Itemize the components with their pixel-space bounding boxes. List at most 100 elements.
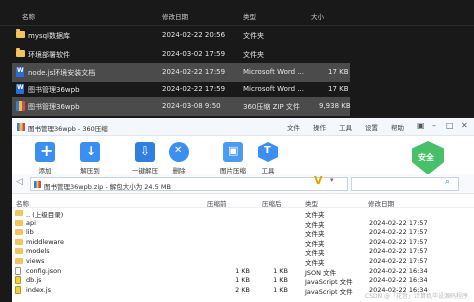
verify-v-icon[interactable]: V xyxy=(314,174,323,187)
archive-compressed: 1 KB xyxy=(235,266,250,275)
file-name: mysql数据库 xyxy=(28,32,70,40)
folder-icon xyxy=(16,29,25,38)
search-input[interactable] xyxy=(351,177,459,191)
explorer-row[interactable]: mysql数据库 2024-02-22 20:56 文件夹 xyxy=(12,26,350,45)
search-icon[interactable]: ⌕ xyxy=(445,177,450,187)
watermark: CSDN @「花音」计算机毕设源码程序 xyxy=(364,293,468,300)
file-type: 文件夹 xyxy=(243,51,264,59)
explorer-row-selected[interactable]: 图书管理36wpb 2024-03-08 9:50 360压缩 ZIP 文件 9… xyxy=(12,97,351,116)
chevron-down-icon[interactable]: ▾ xyxy=(330,176,334,184)
archive-name: middleware xyxy=(26,237,65,246)
add-button[interactable]: 添加 xyxy=(22,140,68,175)
file-name: node.js环境安装文档 xyxy=(28,69,96,77)
word-doc-icon xyxy=(16,84,24,94)
archive-type: 文件夹 xyxy=(305,249,325,258)
explorer-row[interactable]: 环境部署软件 2024-03-02 17:59 文件夹 xyxy=(12,45,350,64)
file-icon xyxy=(15,266,21,275)
archive-type: JSON 文件 xyxy=(305,268,337,277)
archive-size: 1 KB xyxy=(273,285,288,294)
file-date: 2024-02-22 17:59 xyxy=(162,68,226,76)
up-level-icon[interactable]: ◁ xyxy=(16,177,26,189)
column-name[interactable]: 名称 xyxy=(22,11,35,21)
archive-row[interactable]: middleware 文件夹 2024-02-22 17:57 xyxy=(12,237,474,248)
zip-window: 图书管理36wpb - 360压缩 文件 操作 工具 设置 帮助 ▣ – □ ✕… xyxy=(12,118,474,302)
file-name: 图书管理36wpb xyxy=(28,86,80,94)
file-name: 环境部署软件 xyxy=(28,51,70,59)
column-type[interactable]: 类型 xyxy=(243,11,256,21)
menu-settings[interactable]: 设置 xyxy=(365,122,378,132)
skin-icon[interactable]: ▣ xyxy=(417,121,425,130)
add-icon xyxy=(35,141,55,162)
archive-row[interactable]: config.json 1 KB 1 KB JSON 文件 2024-02-22 16:… xyxy=(12,266,474,277)
file-type: Microsoft Word ... xyxy=(243,85,304,93)
file-size: 9,938 KB xyxy=(319,102,351,110)
archive-size: 1 KB xyxy=(273,266,288,275)
address-bar: ◁ 图书管理36wpb.zip - 解包大小为 24.5 MB V ▾ ⌕ xyxy=(12,174,474,194)
archive-compressed: 1 KB xyxy=(235,276,250,285)
zip-icon xyxy=(16,101,25,111)
tools-button[interactable]: 工具 xyxy=(245,140,291,175)
archive-type: 文件夹 xyxy=(305,239,325,248)
file-type: 文件夹 xyxy=(243,32,264,40)
archive-modified: 2024-02-22 17:57 xyxy=(369,218,428,227)
file-date: 2024-02-22 17:59 xyxy=(162,85,226,93)
menu-ops[interactable]: 操作 xyxy=(313,122,326,132)
archive-name: index.js xyxy=(26,285,52,294)
menu-file[interactable]: 文件 xyxy=(287,122,300,132)
file-date: 2024-03-08 9:50 xyxy=(162,102,221,110)
archive-type: 文件夹 xyxy=(305,220,325,229)
archive-modified: 2024-02-22 17:57 xyxy=(369,247,428,256)
archive-path-field[interactable]: 图书管理36wpb.zip - 解包大小为 24.5 MB xyxy=(30,177,348,191)
archive-name: db.js xyxy=(26,276,42,285)
archive-modified: 2024-02-22 17:57 xyxy=(369,257,428,265)
file-explorer: 名称 修改日期 类型 大小 mysql数据库 2024-02-22 20:56 … xyxy=(0,0,474,118)
col-size[interactable]: 压缩后 xyxy=(262,198,282,208)
archive-type: 文件夹 xyxy=(305,230,325,239)
js-file-icon xyxy=(15,276,21,285)
zip-icon xyxy=(34,181,41,188)
folder-icon xyxy=(15,248,23,255)
file-date: 2024-02-22 20:56 xyxy=(162,31,226,39)
file-size: 17 KB xyxy=(328,85,349,93)
file-name: 图书管理36wpb xyxy=(28,103,80,111)
zip-logo-icon xyxy=(17,123,25,131)
archive-column-header: 名称 压缩前 压缩后 类型 修改日期 xyxy=(12,196,474,208)
folder-icon xyxy=(15,210,23,216)
archive-type: JavaScript 文件 xyxy=(305,278,353,287)
col-name[interactable]: 名称 xyxy=(16,198,29,208)
archive-row[interactable]: views 文件夹 2024-02-22 17:57 xyxy=(12,257,474,267)
extract-to-button[interactable]: 解压到 xyxy=(67,140,113,175)
archive-type: 文件夹 xyxy=(305,259,325,267)
archive-info: 图书管理36wpb.zip - 解包大小为 24.5 MB xyxy=(44,183,171,191)
archive-row[interactable]: .. (上级目录) 文件夹 xyxy=(12,209,474,219)
archive-name: .. (上级目录) xyxy=(26,211,64,219)
menu-help[interactable]: 帮助 xyxy=(391,122,404,132)
archive-row[interactable]: models 文件夹 2024-02-22 17:57 xyxy=(12,247,474,258)
safe-label: 安全 xyxy=(418,153,434,162)
archive-row[interactable]: lib 文件夹 2024-02-22 17:57 xyxy=(12,228,474,239)
archive-modified: 2024-02-22 16:34 xyxy=(369,266,428,275)
col-modified[interactable]: 修改日期 xyxy=(368,198,394,208)
delete-button[interactable]: 删除 xyxy=(156,140,202,175)
folder-icon xyxy=(16,48,25,57)
column-size[interactable]: 大小 xyxy=(311,11,324,21)
js-file-icon xyxy=(15,285,21,294)
archive-compressed: 2 KB xyxy=(235,285,250,294)
col-compressed[interactable]: 压缩前 xyxy=(207,198,227,208)
archive-row[interactable]: api 文件夹 2024-02-22 17:57 xyxy=(12,218,474,229)
archive-row[interactable]: db.js 1 KB 1 KB JavaScript 文件 2024-02-22 16:… xyxy=(12,276,474,287)
archive-modified: 2024-02-22 17:57 xyxy=(369,228,428,237)
safe-shield-badge[interactable]: 安全 xyxy=(412,141,444,175)
file-size: 17 KB xyxy=(328,68,349,76)
minimize-icon[interactable]: – xyxy=(432,121,436,130)
menu-tools[interactable]: 工具 xyxy=(339,122,352,132)
extract-icon xyxy=(80,142,100,162)
archive-name: api xyxy=(26,218,36,227)
col-type[interactable]: 类型 xyxy=(305,198,318,208)
close-icon[interactable]: ✕ xyxy=(461,121,468,130)
archive-modified: 2024-02-22 17:57 xyxy=(369,237,428,246)
column-date[interactable]: 修改日期 xyxy=(162,11,188,21)
archive-name: views xyxy=(26,257,45,265)
word-doc-icon xyxy=(16,67,24,77)
maximize-icon[interactable]: □ xyxy=(446,121,454,130)
